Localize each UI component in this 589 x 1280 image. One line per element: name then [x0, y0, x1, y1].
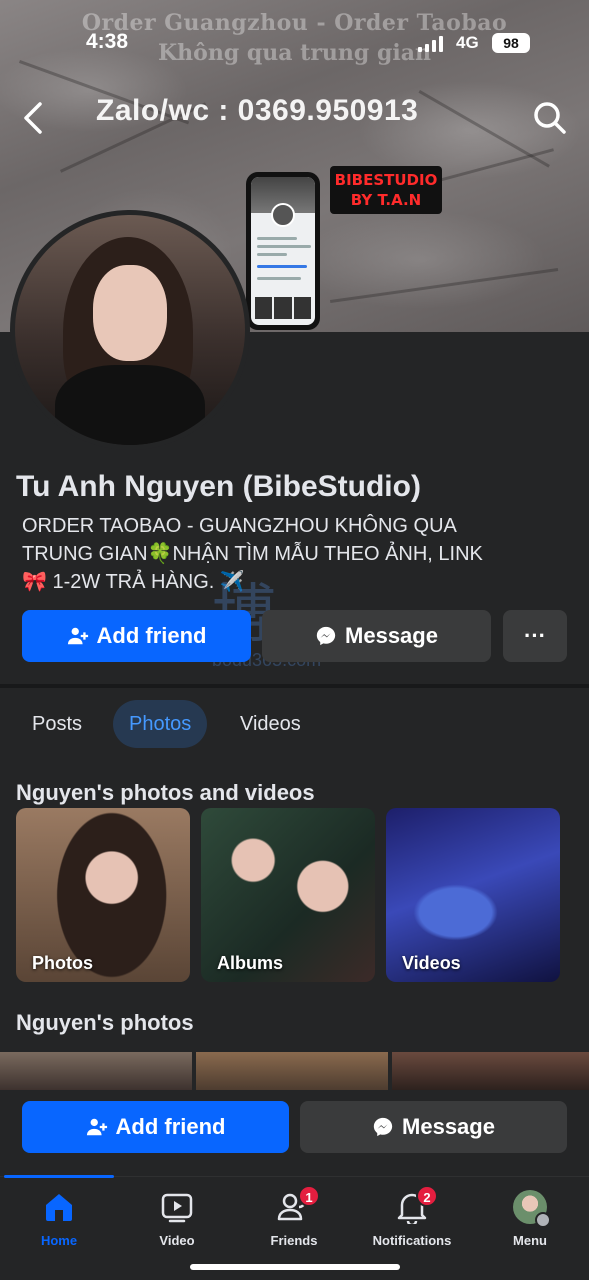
- notifications-badge: 2: [416, 1185, 438, 1207]
- photos-videos-title: Nguyen's photos and videos: [16, 780, 315, 805]
- add-friend-button[interactable]: Add friend: [22, 610, 251, 662]
- profile-name: Tu Anh Nguyen (BibeStudio): [16, 470, 421, 503]
- cover-fold: [330, 267, 559, 303]
- bio-line: TRUNG GIAN🍀NHẬN TÌM MẪU THEO ẢNH, LINK: [22, 543, 483, 565]
- messenger-icon: [373, 1117, 393, 1137]
- video-icon: [161, 1193, 193, 1223]
- search-icon[interactable]: [532, 100, 568, 136]
- albums-tile-label: Albums: [217, 953, 284, 973]
- albums-tile[interactable]: Albums: [201, 808, 375, 982]
- messenger-icon: [316, 626, 336, 646]
- cover-phone-mockup: [246, 172, 320, 330]
- bio-line: ORDER TAOBAO - GUANGZHOU KHÔNG QUA: [22, 515, 457, 537]
- profile-avatar[interactable]: [10, 210, 250, 450]
- more-options-button[interactable]: ···: [503, 610, 567, 662]
- videos-tile-label: Videos: [402, 953, 461, 973]
- cover-fold: [418, 90, 550, 168]
- tabbar-notifications-label: Notifications: [372, 1233, 452, 1248]
- tab-photos[interactable]: Photos: [113, 700, 208, 748]
- photo-thumb[interactable]: [0, 1052, 192, 1092]
- photo-thumb[interactable]: [392, 1052, 589, 1092]
- menu-avatar-icon: [513, 1190, 551, 1228]
- home-icon: [46, 1194, 72, 1221]
- home-indicator: [190, 1264, 400, 1270]
- network-type: 4G: [456, 33, 479, 52]
- bottom-action-bar: Add friend Message: [0, 1090, 589, 1176]
- status-time: 4:38: [86, 30, 129, 53]
- tabbar-video-label: Video: [159, 1233, 195, 1248]
- back-icon[interactable]: [18, 100, 52, 136]
- tab-posts[interactable]: Posts: [16, 700, 98, 748]
- photo-strip[interactable]: [0, 1052, 589, 1092]
- tabbar-friends-label: Friends: [270, 1233, 318, 1248]
- tabbar-video[interactable]: Video: [118, 1187, 236, 1248]
- videos-tile[interactable]: Videos: [386, 808, 560, 982]
- tabbar-home-label: Home: [40, 1233, 78, 1248]
- add-friend-icon: [86, 1118, 107, 1136]
- tabbar-menu-label: Menu: [513, 1233, 547, 1248]
- photos-tile[interactable]: Photos: [16, 808, 190, 982]
- photos-tile-label: Photos: [32, 953, 93, 973]
- bottom-add-friend-label: Add friend: [115, 1114, 226, 1139]
- tabbar-home[interactable]: Home: [0, 1187, 118, 1248]
- studio-badge-line1: BIBESTUDIO: [334, 171, 438, 189]
- battery-icon: 98: [492, 33, 530, 53]
- add-friend-label: Add friend: [96, 623, 207, 648]
- tabbar-menu[interactable]: Menu: [471, 1187, 589, 1248]
- photo-thumb[interactable]: [196, 1052, 388, 1092]
- add-friend-icon: [67, 627, 88, 645]
- studio-badge-line2: BY T.A.N: [350, 191, 422, 209]
- more-dots-icon: ···: [524, 623, 546, 648]
- message-label: Message: [345, 623, 438, 648]
- cover-contact-text: Zalo/wc : 0369.950913: [96, 94, 419, 127]
- bottom-add-friend-button[interactable]: Add friend: [22, 1101, 289, 1153]
- tabbar-friends[interactable]: 1 Friends: [235, 1185, 353, 1248]
- section-divider: [0, 684, 589, 688]
- bottom-message-button[interactable]: Message: [300, 1101, 567, 1153]
- studio-badge: BIBESTUDIO BY T.A.N: [330, 166, 442, 214]
- tab-videos[interactable]: Videos: [224, 700, 317, 748]
- message-button[interactable]: Message: [262, 610, 491, 662]
- tabbar-notifications[interactable]: 2 Notifications: [353, 1185, 471, 1248]
- active-tab-indicator: [4, 1175, 114, 1178]
- signal-icon: [418, 36, 444, 52]
- friends-badge: 1: [298, 1185, 320, 1207]
- photos-title: Nguyen's photos: [16, 1010, 194, 1035]
- bottom-message-label: Message: [402, 1114, 495, 1139]
